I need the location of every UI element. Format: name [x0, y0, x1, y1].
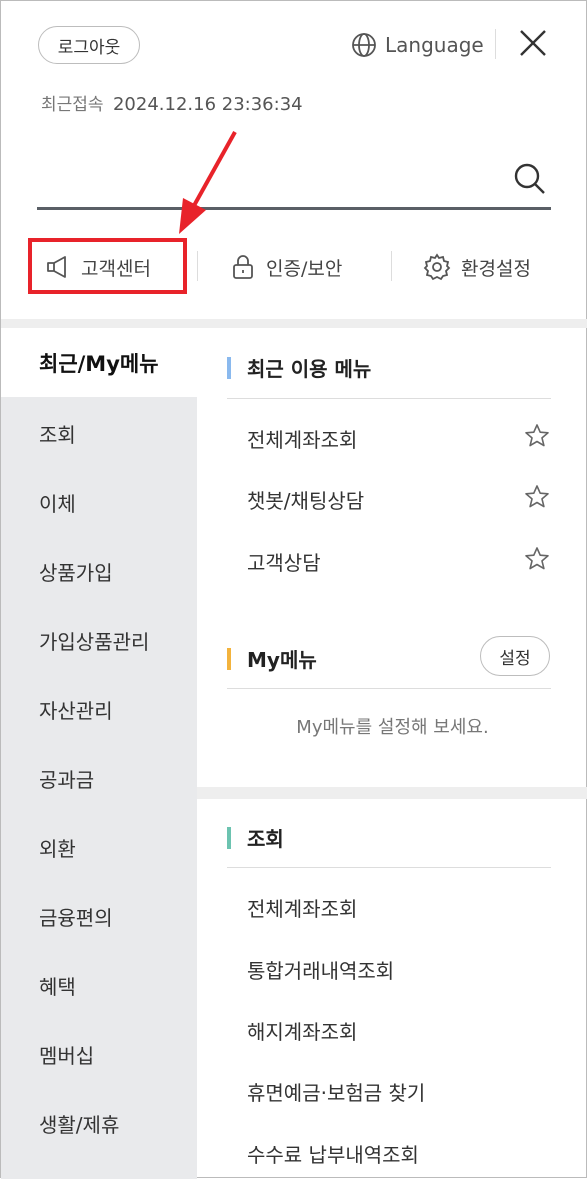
nav-item-forex[interactable]: 외환: [1, 813, 197, 882]
divider-line: [227, 398, 551, 399]
auth-security-label: 인증/보안: [266, 257, 343, 280]
my-section-title: My메뉴: [227, 644, 317, 673]
section-divider: [1, 319, 587, 328]
my-title-text: My메뉴: [247, 648, 317, 672]
lock-icon: [233, 255, 253, 279]
search-underline: [37, 207, 551, 210]
inquiry-item[interactable]: 수수료 납부내역조회: [247, 1139, 419, 1168]
inquiry-title-text: 조회: [247, 827, 284, 851]
recent-section-title: 최근 이용 메뉴: [227, 353, 371, 382]
logout-button[interactable]: 로그아웃: [38, 26, 140, 64]
search-icon[interactable]: [512, 161, 546, 195]
divider-line: [227, 688, 551, 689]
quick-divider: [197, 251, 198, 281]
quick-divider: [391, 251, 392, 281]
language-label: Language: [385, 33, 484, 57]
star-icon[interactable]: [524, 546, 550, 572]
settings-button[interactable]: 환경설정: [423, 247, 531, 287]
recent-item[interactable]: 고객상담: [247, 547, 321, 576]
section-bar: [227, 356, 231, 379]
nav-item-benefits[interactable]: 혜택: [1, 951, 197, 1020]
gear-icon: [423, 253, 451, 281]
star-icon[interactable]: [524, 423, 550, 449]
annotation-arrow: [179, 131, 237, 234]
nav-item-membership[interactable]: 멤버십: [1, 1020, 197, 1089]
section-divider: [197, 787, 587, 799]
highlight-box: [28, 238, 187, 294]
header-divider: [495, 29, 496, 59]
recent-title-text: 최근 이용 메뉴: [247, 357, 372, 381]
nav-item-utility[interactable]: 공과금: [1, 744, 197, 813]
recent-item[interactable]: 챗봇/채팅상담: [247, 485, 364, 514]
divider-line: [227, 867, 551, 868]
last-login-time: 2024.12.16 23:36:34: [112, 94, 303, 115]
globe-icon: [352, 33, 376, 57]
close-icon[interactable]: [517, 27, 549, 59]
nav-item-finance-convenience[interactable]: 금융편의: [1, 882, 197, 951]
inquiry-item[interactable]: 전체계좌조회: [247, 893, 357, 922]
last-login: 최근접속 2024.12.16 23:36:34: [41, 90, 303, 115]
my-menu-empty-text: My메뉴를 설정해 보세요.: [296, 717, 489, 738]
nav-item-recent-my[interactable]: 최근/My메뉴: [1, 328, 197, 397]
last-login-label: 최근접속: [41, 95, 104, 115]
nav-item-product-manage[interactable]: 가입상품관리: [1, 606, 197, 675]
search-input[interactable]: [37, 161, 501, 203]
left-nav: 최근/My메뉴 조회 이체 상품가입 가입상품관리 자산관리 공과금 외환 금융…: [1, 328, 197, 1179]
inquiry-item[interactable]: 휴면예금·보험금 찾기: [247, 1077, 425, 1106]
language-button[interactable]: Language: [351, 29, 484, 61]
nav-item-product-join[interactable]: 상품가입: [1, 537, 197, 606]
my-menu-settings-button[interactable]: 설정: [480, 636, 550, 676]
settings-label: 환경설정: [461, 257, 531, 280]
recent-item[interactable]: 전체계좌조회: [247, 424, 357, 453]
auth-security-button[interactable]: 인증/보안: [230, 247, 342, 287]
nav-item-asset[interactable]: 자산관리: [1, 675, 197, 744]
inquiry-item[interactable]: 해지계좌조회: [247, 1016, 357, 1045]
nav-item-lifestyle[interactable]: 생활/제휴: [1, 1089, 197, 1158]
section-bar: [227, 826, 231, 849]
nav-item-transfer[interactable]: 이체: [1, 468, 197, 537]
inquiry-item[interactable]: 통합거래내역조회: [247, 955, 394, 984]
inquiry-section-title: 조회: [227, 823, 284, 852]
nav-item-inquiry[interactable]: 조회: [1, 399, 197, 468]
section-bar: [227, 647, 231, 670]
star-icon[interactable]: [524, 484, 550, 510]
